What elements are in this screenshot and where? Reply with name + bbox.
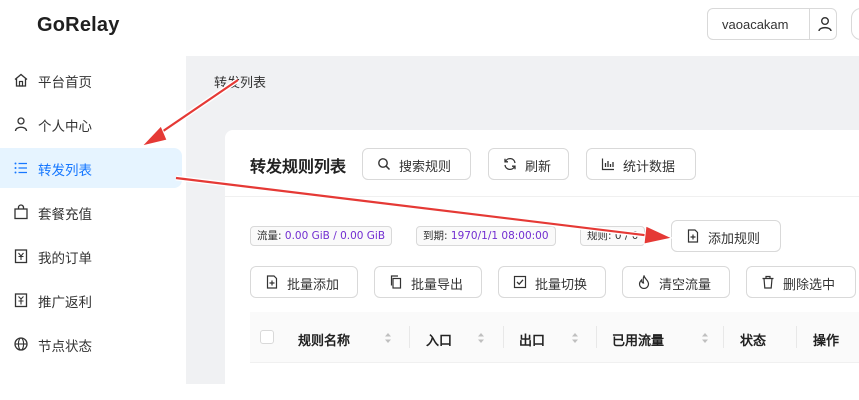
sidebar-item-label: 平台首页	[38, 75, 92, 91]
breadcrumb: 转发列表	[214, 76, 267, 91]
sidebar-item-orders[interactable]: 我的订单	[0, 236, 182, 276]
sidebar-item-forward-list[interactable]: 转发列表	[0, 148, 182, 188]
sidebar-item-recharge[interactable]: 套餐充值	[0, 192, 182, 232]
theme-toggle[interactable]	[851, 8, 859, 40]
user-menu[interactable]: vaoacakam	[707, 8, 837, 40]
traffic-label: 流量:	[257, 230, 285, 242]
top-header: GoRelay vaoacakam	[0, 0, 859, 56]
list-icon	[14, 162, 27, 174]
user-icon	[14, 117, 28, 132]
delete-selected-button[interactable]: 删除选中	[746, 266, 856, 298]
expiry-label: 到期:	[423, 230, 451, 242]
bar-chart-icon	[601, 158, 614, 171]
column-separator	[796, 326, 797, 348]
globe-icon	[14, 337, 28, 351]
file-add-icon	[687, 229, 699, 243]
add-rule-label: 添加规则	[708, 232, 761, 247]
rebate-icon	[14, 293, 28, 308]
column-separator	[723, 326, 724, 348]
refresh-label: 刷新	[525, 160, 552, 175]
batch-add-label: 批量添加	[287, 278, 340, 293]
shopping-bag-icon	[14, 204, 28, 220]
stats-label: 统计数据	[623, 160, 676, 175]
sidebar-item-home[interactable]: 平台首页	[0, 60, 182, 100]
username: vaoacakam	[722, 17, 789, 32]
user-icon[interactable]	[816, 15, 834, 33]
card-divider	[225, 196, 859, 197]
card-title: 转发规则列表	[250, 157, 347, 176]
sort-icon[interactable]	[701, 331, 709, 345]
clear-traffic-label: 清空流量	[659, 278, 712, 293]
rules-card: 转发规则列表 搜索规则 刷新 统计数据 流量: 0.00 GiB / 0.00 …	[225, 130, 859, 400]
expiry-value: 1970/1/1 08:00:00	[450, 230, 549, 242]
expiry-tag: 到期: 1970/1/1 08:00:00	[416, 226, 556, 246]
sidebar-item-label: 推广返利	[38, 295, 92, 311]
refresh-button[interactable]: 刷新	[488, 148, 569, 180]
trash-icon	[762, 275, 774, 289]
column-exit[interactable]: 出口	[519, 330, 545, 349]
stats-button[interactable]: 统计数据	[586, 148, 696, 180]
fire-icon	[638, 275, 650, 289]
sidebar-item-label: 节点状态	[38, 339, 92, 355]
column-status: 状态	[740, 334, 767, 349]
column-entry[interactable]: 入口	[426, 330, 452, 349]
sidebar-item-label: 个人中心	[38, 119, 92, 135]
sidebar-item-profile[interactable]: 个人中心	[0, 104, 182, 144]
sidebar-item-node-status[interactable]: 节点状态	[0, 324, 182, 364]
column-rule-name[interactable]: 规则名称	[298, 330, 350, 349]
sort-icon[interactable]	[477, 331, 485, 345]
delete-selected-label: 删除选中	[783, 278, 836, 293]
add-rule-button[interactable]: 添加规则	[671, 220, 781, 252]
traffic-tag: 流量: 0.00 GiB / 0.00 GiB	[250, 226, 393, 246]
check-square-icon	[513, 275, 527, 289]
search-icon	[378, 158, 391, 171]
sort-icon[interactable]	[384, 331, 392, 345]
sidebar-item-rebate[interactable]: 推广返利	[0, 280, 182, 320]
column-actions: 操作	[813, 334, 840, 349]
sort-icon[interactable]	[571, 331, 579, 345]
refresh-icon	[504, 157, 516, 171]
sidebar-item-label: 套餐充值	[38, 207, 92, 223]
sidebar: 平台首页 个人中心 转发列表 套餐充值 我的订单 推广返利 节点状态	[0, 56, 186, 384]
user-divider	[809, 9, 810, 39]
clear-traffic-button[interactable]: 清空流量	[622, 266, 730, 298]
main-content: 转发列表 转发规则列表 搜索规则 刷新 统计数据 流量: 0.00 GiB / …	[186, 56, 859, 400]
batch-toggle-label: 批量切换	[535, 278, 588, 293]
batch-export-label: 批量导出	[411, 278, 464, 293]
batch-export-button[interactable]: 批量导出	[374, 266, 482, 298]
app-logo[interactable]: GoRelay	[37, 14, 120, 37]
order-icon	[14, 249, 28, 264]
home-icon	[14, 73, 28, 87]
column-separator	[596, 326, 597, 348]
rules-count-tag: 规则: 0 / 0	[580, 226, 646, 246]
batch-add-button[interactable]: 批量添加	[250, 266, 358, 298]
search-rules-button[interactable]: 搜索规则	[362, 148, 471, 180]
batch-toggle-button[interactable]: 批量切换	[498, 266, 606, 298]
sidebar-item-label: 转发列表	[38, 163, 92, 179]
traffic-value: 0.00 GiB / 0.00 GiB	[284, 230, 386, 242]
column-separator	[409, 326, 410, 348]
search-rules-label: 搜索规则	[399, 160, 452, 175]
column-separator	[503, 326, 504, 348]
select-all-checkbox[interactable]	[260, 330, 274, 344]
column-used-traffic[interactable]: 已用流量	[612, 330, 664, 349]
file-add-icon	[266, 275, 278, 289]
copy-icon	[390, 275, 402, 289]
sidebar-item-label: 我的订单	[38, 251, 92, 267]
table-header: 规则名称 入口 出口 已用流量 状态 操作	[250, 312, 859, 363]
